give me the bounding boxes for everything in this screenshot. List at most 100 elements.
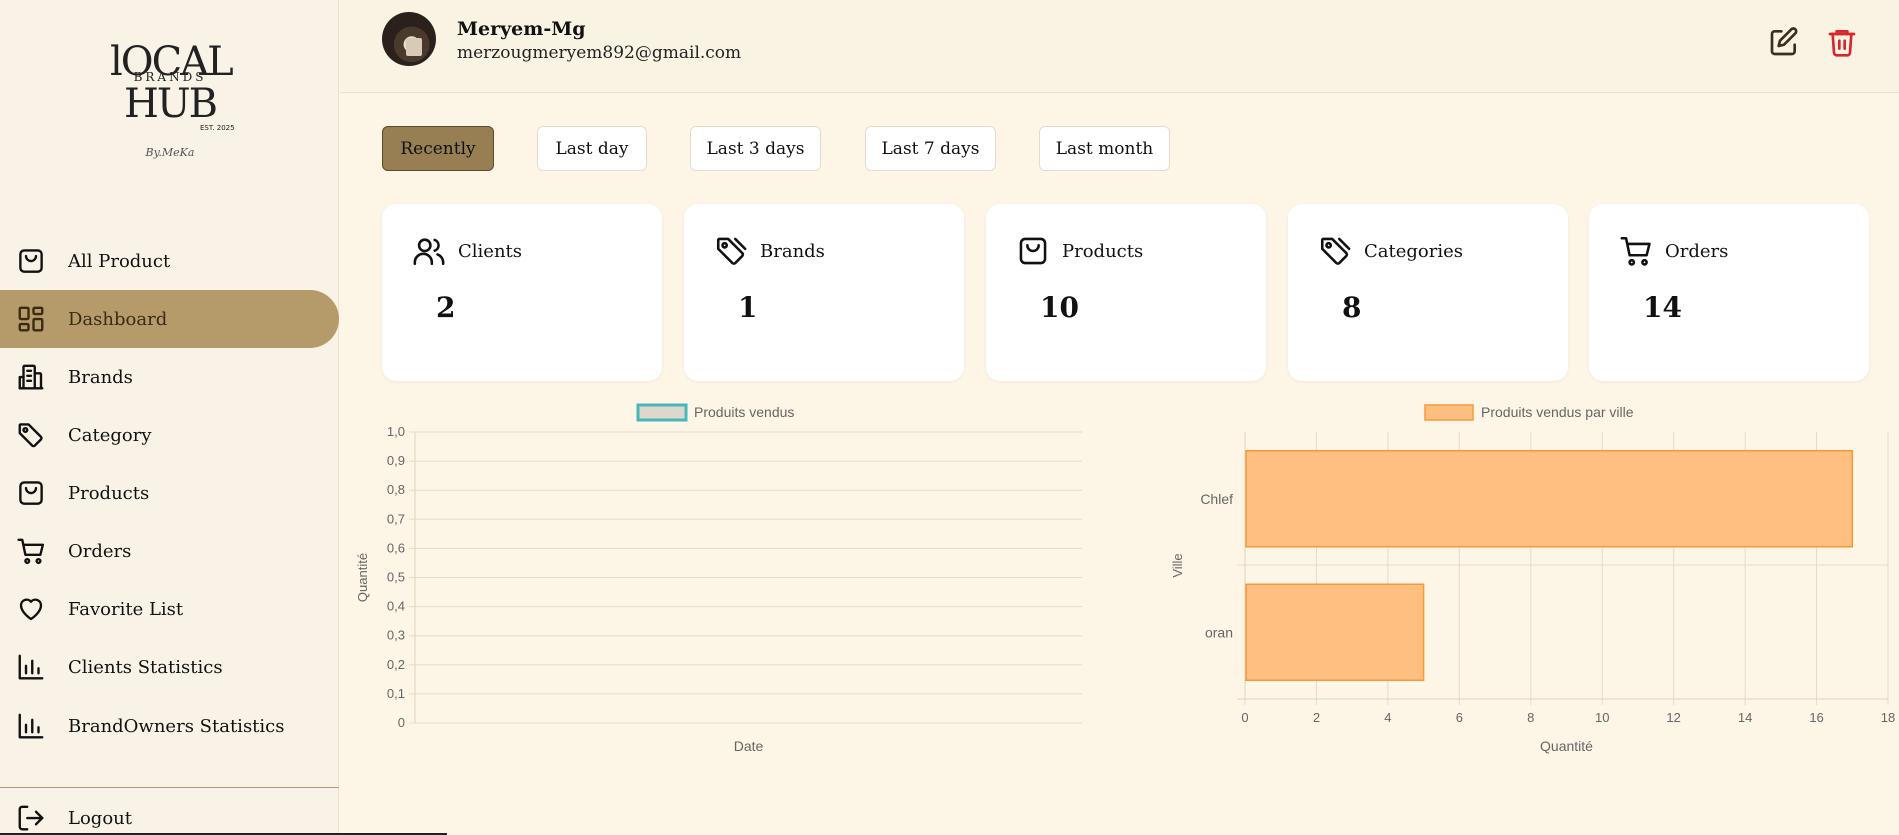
x-tick-label: 14 (1738, 710, 1752, 725)
stat-title: Categories (1364, 241, 1463, 262)
x-tick-label: 2 (1313, 710, 1320, 725)
logo-text-est: EST. 2025 (200, 124, 235, 132)
sidebar-item-dashboard[interactable]: Dashboard (0, 290, 339, 348)
logout-label: Logout (68, 807, 132, 829)
logo-text-hub: HUB (124, 81, 218, 127)
stat-value: 1 (738, 291, 758, 324)
y-tick-label: 0,2 (387, 657, 405, 672)
sidebar-item-brandowners-statistics[interactable]: BrandOwners Statistics (0, 697, 339, 755)
legend-swatch (636, 403, 688, 422)
dashboard-grid-icon (14, 302, 48, 336)
y-tick-label: oran (1205, 624, 1233, 640)
bar-chart-svg: 0 2 4 6 8 10 12 14 16 18 Chlef oran Ville Quantité Pro… (1170, 404, 1895, 754)
cart-icon (1619, 234, 1653, 268)
sidebar-item-label: Category (68, 424, 152, 446)
logo-text-by: By.MeKa (145, 146, 195, 159)
x-tick-label: 0 (1241, 710, 1248, 725)
x-tick-label: 10 (1595, 710, 1609, 725)
stat-value: 10 (1040, 291, 1079, 324)
legend-label: Produits vendus par ville (1481, 404, 1634, 420)
sidebar-item-all-product[interactable]: All Product (0, 232, 339, 290)
filter-last-month[interactable]: Last month (1039, 126, 1170, 171)
sidebar-item-label: Products (68, 482, 150, 504)
bar-oran (1245, 583, 1425, 681)
avatar[interactable] (382, 12, 436, 66)
line-chart-produits-vendus: 0 0,1 0,2 0,3 0,4 0,5 0,6 0,7 0,8 0,9 1,0 Quantité D… (350, 396, 1090, 766)
y-tick-label: 0,4 (387, 599, 405, 614)
sidebar-item-label: All Product (68, 250, 171, 272)
x-tick-label: 18 (1881, 710, 1895, 725)
user-email: merzougmeryem892@gmail.com (457, 43, 742, 63)
bar-chart-icon (14, 650, 48, 684)
bar-chart-icon (14, 709, 48, 743)
y-tick-label: 0,1 (387, 686, 405, 701)
x-tick-label: 16 (1809, 710, 1823, 725)
stat-title: Products (1062, 241, 1144, 262)
edit-profile-button[interactable] (1764, 22, 1804, 62)
tag-icon (714, 234, 748, 268)
y-axis-label: Quantité (355, 553, 370, 602)
shopping-bag-icon (14, 476, 48, 510)
user-name: Meryem-Mg (457, 18, 586, 40)
stat-card-products[interactable]: Products 10 (986, 204, 1266, 381)
logout-icon (14, 801, 48, 835)
filter-last-3-days[interactable]: Last 3 days (690, 126, 821, 171)
sidebar-item-category[interactable]: Category (0, 406, 339, 464)
trash-icon (1828, 30, 1856, 57)
sidebar-item-orders[interactable]: Orders (0, 522, 339, 580)
y-tick-label: 0,9 (387, 453, 405, 468)
sidebar-item-products[interactable]: Products (0, 464, 339, 522)
edit-icon (1770, 27, 1798, 56)
sidebar-item-label: Orders (68, 540, 132, 562)
tag-icon (14, 418, 48, 452)
stat-value: 2 (436, 291, 456, 324)
y-tick-label: 0,8 (387, 482, 405, 497)
sidebar-item-label: Dashboard (68, 308, 168, 330)
users-icon (412, 234, 446, 268)
stat-card-clients[interactable]: Clients 2 (382, 204, 662, 381)
stat-value: 14 (1643, 291, 1682, 324)
logout-button[interactable]: Logout (0, 790, 339, 835)
stat-card-categories[interactable]: Categories 8 (1288, 204, 1568, 381)
sidebar-item-label: Clients Statistics (68, 656, 223, 678)
y-tick-label: 1,0 (387, 424, 405, 439)
heart-icon (14, 592, 48, 626)
stat-card-orders[interactable]: Orders 14 (1589, 204, 1869, 381)
stat-title: Orders (1665, 241, 1729, 262)
y-tick-label: 0,7 (387, 511, 405, 526)
x-tick-label: 12 (1666, 710, 1680, 725)
sidebar-item-clients-statistics[interactable]: Clients Statistics (0, 638, 339, 696)
tag-icon (1318, 234, 1352, 268)
line-chart-svg: 0 0,1 0,2 0,3 0,4 0,5 0,6 0,7 0,8 0,9 1,0 Quantité D… (355, 403, 1082, 754)
legend-swatch (1424, 404, 1474, 421)
sidebar-item-label: Brands (68, 366, 133, 388)
x-tick-label: 8 (1527, 710, 1534, 725)
shopping-bag-icon (14, 244, 48, 278)
shopping-bag-icon (1016, 234, 1050, 268)
brand-logo[interactable]: lOCAL BRANDS HUB EST. 2025 By.MeKa (100, 42, 240, 172)
cart-icon (14, 534, 48, 568)
x-tick-label: 6 (1456, 710, 1463, 725)
delete-account-button[interactable] (1822, 22, 1862, 62)
stat-card-brands[interactable]: Brands 1 (684, 204, 964, 381)
legend-label: Produits vendus (694, 404, 794, 420)
sidebar-item-label: Favorite List (68, 598, 184, 620)
y-tick-label: 0 (398, 715, 405, 730)
filter-last-day[interactable]: Last day (537, 126, 647, 171)
sidebar-divider (0, 787, 339, 788)
filter-recently[interactable]: Recently (382, 126, 494, 171)
top-header: Meryem-Mg merzougmeryem892@gmail.com (340, 0, 1899, 93)
stat-value: 8 (1342, 291, 1362, 324)
filter-last-7-days[interactable]: Last 7 days (865, 126, 996, 171)
x-tick-label: 4 (1384, 710, 1391, 725)
sidebar-item-label: BrandOwners Statistics (68, 715, 285, 737)
bar-chlef (1245, 450, 1854, 548)
sidebar-item-brands[interactable]: Brands (0, 348, 339, 406)
y-axis-label: Ville (1170, 553, 1185, 577)
stat-title: Clients (458, 241, 523, 262)
sidebar-item-favorite-list[interactable]: Favorite List (0, 580, 339, 638)
y-tick-label: 0,5 (387, 570, 405, 585)
sidebar: lOCAL BRANDS HUB EST. 2025 By.MeKa All P… (0, 0, 339, 835)
stat-title: Brands (760, 241, 825, 262)
y-tick-label: Chlef (1200, 491, 1233, 507)
